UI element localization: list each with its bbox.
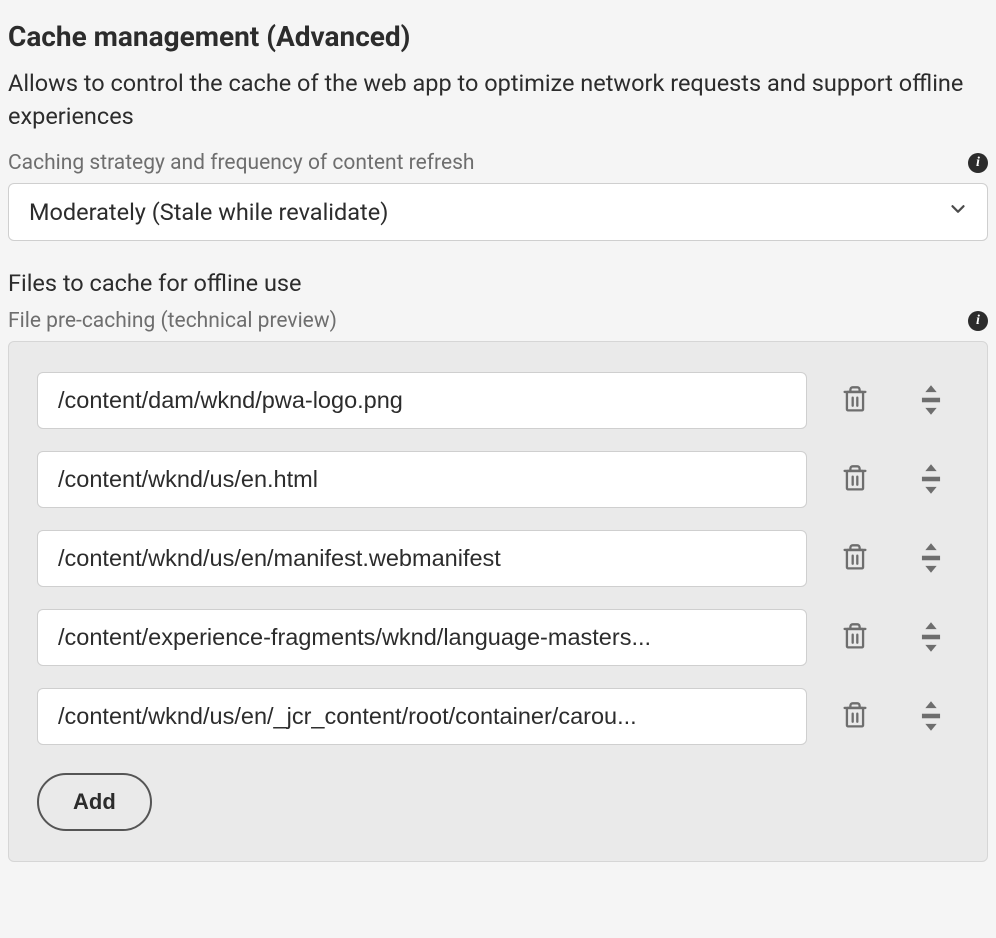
strategy-selected-value: Moderately (Stale while revalidate) — [29, 198, 388, 226]
precache-heading: Files to cache for offline use — [8, 269, 988, 297]
strategy-label-row: Caching strategy and frequency of conten… — [8, 151, 988, 175]
trash-icon — [841, 385, 869, 415]
list-item — [37, 530, 959, 587]
list-item — [37, 372, 959, 429]
reorder-button[interactable] — [903, 539, 959, 577]
list-item — [37, 688, 959, 745]
file-path-input[interactable] — [37, 530, 807, 587]
file-path-input[interactable] — [37, 372, 807, 429]
reorder-button[interactable] — [903, 460, 959, 498]
reorder-icon — [917, 541, 945, 575]
reorder-icon — [917, 383, 945, 417]
info-icon[interactable]: i — [968, 311, 988, 331]
reorder-button[interactable] — [903, 697, 959, 735]
trash-icon — [841, 701, 869, 731]
reorder-icon — [917, 462, 945, 496]
reorder-button[interactable] — [903, 618, 959, 656]
section-title: Cache management (Advanced) — [8, 20, 988, 53]
list-item — [37, 609, 959, 666]
trash-icon — [841, 543, 869, 573]
delete-button[interactable] — [827, 381, 883, 419]
trash-icon — [841, 464, 869, 494]
chevron-down-icon — [947, 198, 969, 226]
trash-icon — [841, 622, 869, 652]
delete-button[interactable] — [827, 460, 883, 498]
reorder-icon — [917, 699, 945, 733]
section-description: Allows to control the cache of the web a… — [8, 67, 988, 133]
reorder-button[interactable] — [903, 381, 959, 419]
info-icon[interactable]: i — [968, 153, 988, 173]
precache-label: File pre-caching (technical preview) — [8, 309, 337, 333]
file-path-input[interactable] — [37, 609, 807, 666]
delete-button[interactable] — [827, 697, 883, 735]
list-item — [37, 451, 959, 508]
add-button[interactable]: Add — [37, 773, 152, 831]
precache-label-row: File pre-caching (technical preview) i — [8, 309, 988, 333]
reorder-icon — [917, 620, 945, 654]
strategy-select[interactable]: Moderately (Stale while revalidate) — [8, 183, 988, 241]
delete-button[interactable] — [827, 618, 883, 656]
delete-button[interactable] — [827, 539, 883, 577]
file-path-input[interactable] — [37, 451, 807, 508]
strategy-label: Caching strategy and frequency of conten… — [8, 151, 475, 175]
precache-list-container: Add — [8, 341, 988, 862]
file-path-input[interactable] — [37, 688, 807, 745]
cache-management-section: Cache management (Advanced) Allows to co… — [0, 0, 996, 882]
